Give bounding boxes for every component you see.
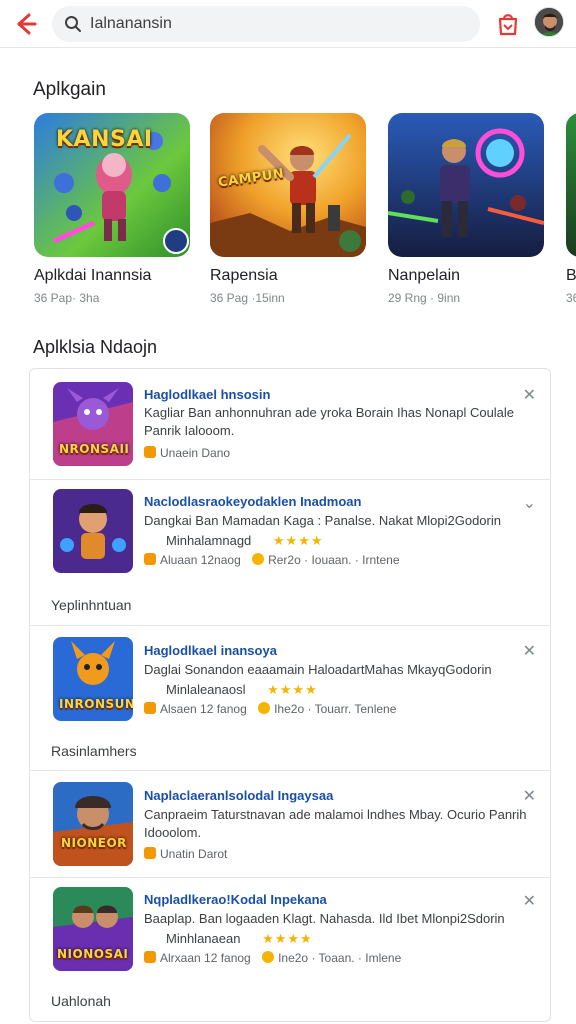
back-arrow-icon[interactable] — [10, 9, 40, 39]
app-name: Nanpelain — [388, 267, 461, 284]
app-list-card: NRONSAII Haglodlkael hnsosin Kagliar Ban… — [29, 368, 551, 1022]
game-icon-image — [53, 782, 133, 866]
section-title-list: Aplklsia Ndaojn — [33, 337, 158, 357]
item-subtitle: Minhlanaean ★★★★ — [166, 931, 313, 947]
item-description: Daglai Sonandon eaaamain HaloadartMahas … — [144, 662, 492, 677]
app-artwork: KANSAI — [34, 113, 190, 257]
item-title: Nqpladlkerao!Kodal Inpekana — [144, 892, 327, 907]
app-name: Rapensia — [210, 267, 278, 284]
avatar-image — [535, 8, 563, 36]
divider — [30, 877, 550, 878]
search-bar[interactable]: Ialnanansin — [52, 6, 480, 42]
coin-icon — [258, 702, 271, 714]
item-rating-text: Rer2o · Iouaan. · Irntene — [268, 553, 400, 567]
item-description: Baaplap. Ban logaaden Klagt. Nahasda. Il… — [144, 911, 505, 926]
item-title: Naplaclaeranlsolodal Ingaysaa — [144, 788, 334, 803]
featured-app-card[interactable]: CAMPUN Rapensia 36 Pag ·15inn — [210, 113, 366, 305]
item-rating-text: Ine2o · Toaan. · Imlene — [278, 951, 402, 965]
divider — [30, 625, 550, 626]
item-subtitle-text: Minhalamnagd — [166, 533, 252, 548]
rating-stars: ★★★★ — [262, 931, 313, 946]
item-title: Naclodlasraokeyodaklen Inadmoan — [144, 494, 362, 509]
divider — [30, 770, 550, 771]
app-thumbnail: INRONSUN — [53, 637, 133, 721]
item-meta: Unatin Darot — [144, 847, 227, 861]
dismiss-icon[interactable]: ✕ — [523, 641, 536, 661]
app-thumbnail: NIONOSAI — [53, 887, 133, 971]
category-label: Yeplinhntuan — [51, 597, 132, 613]
item-title: Haglodlkael inansoya — [144, 643, 277, 658]
item-meta-text: Alrxaan 12 fanog — [160, 951, 251, 965]
app-thumbnail — [53, 489, 133, 573]
game-art-image — [388, 113, 544, 257]
item-meta-text: Aluaan 12naog — [160, 553, 241, 567]
thumb-title-text: NIONEOR — [61, 836, 127, 850]
item-meta: Alrxaan 12 fanog Ine2o · Toaan. · Imlene — [144, 951, 401, 965]
chevron-down-icon[interactable]: ⌄ — [523, 493, 536, 513]
avatar[interactable] — [534, 7, 564, 37]
item-meta-text: Alsaen 12 fanog — [160, 702, 247, 716]
item-title: Haglodlkael hnsosin — [144, 387, 271, 402]
thumb-title-text: INRONSUN — [59, 697, 133, 711]
app-meta: 36 Pag ·15inn — [210, 291, 285, 305]
rating-stars: ★★★★ — [272, 533, 324, 548]
item-subtitle-text: Minhlanaean — [166, 931, 241, 946]
item-rating-text: Ihe2o · Touarr. Tenlene — [274, 702, 397, 716]
item-meta: Unaein Dano — [144, 446, 230, 460]
coin-icon — [252, 553, 265, 565]
developer-badge-icon — [144, 446, 156, 458]
item-meta: Aluaan 12naog Rer2o · Iouaan. · Irntene — [144, 553, 400, 567]
item-subtitle: Minhalamnagd ★★★★ — [166, 533, 324, 549]
rating-stars: ★★★★ — [267, 682, 318, 697]
app-thumbnail: NIONEOR — [53, 782, 133, 866]
top-app-bar: Ialnanansin — [0, 0, 576, 48]
item-description: Kagliar Ban anhonnuhran ade yroka Borain… — [144, 405, 515, 438]
thumb-title-text: NIONOSAI — [57, 947, 129, 961]
featured-app-card[interactable]: B 36 — [566, 113, 576, 305]
app-meta: 36 — [566, 291, 576, 305]
developer-badge-icon — [144, 702, 156, 714]
category-label: Uahlonah — [51, 993, 111, 1009]
art-title-text: KANSAI — [56, 127, 153, 152]
divider — [30, 479, 550, 480]
dismiss-icon[interactable]: ✕ — [523, 385, 536, 405]
app-artwork — [388, 113, 544, 257]
thumb-title-text: NRONSAII — [59, 442, 130, 456]
developer-badge-icon — [144, 847, 156, 859]
app-artwork: CAMPUN — [210, 113, 366, 257]
search-query[interactable]: Ialnanansin — [90, 15, 172, 33]
item-subtitle: Minlaleanaosl ★★★★ — [166, 682, 318, 698]
search-icon — [65, 16, 81, 32]
item-meta-text: Unaein Dano — [160, 446, 231, 460]
developer-badge-icon — [144, 951, 156, 963]
shopping-bag-icon[interactable] — [494, 10, 522, 38]
app-artwork — [566, 113, 576, 257]
featured-app-card[interactable]: Nanpelain 29 Rng · 9inn — [388, 113, 544, 305]
developer-badge-icon — [144, 553, 156, 565]
featured-app-card[interactable]: KANSAI Aplkdai Inannsia 36 Pap· 3ha — [34, 113, 190, 305]
game-icon-image — [53, 489, 133, 573]
item-meta: Alsaen 12 fanog Ihe2o · Touarr. Tenlene — [144, 702, 396, 716]
app-meta: 36 Pap· 3ha — [34, 291, 100, 305]
section-title-featured: Aplkgain — [33, 79, 106, 100]
dismiss-icon[interactable]: ✕ — [523, 891, 536, 911]
app-name: Aplkdai Inannsia — [34, 267, 152, 284]
dismiss-icon[interactable]: ✕ — [523, 786, 536, 806]
app-thumbnail: NRONSAII — [53, 382, 133, 466]
coin-icon — [262, 951, 275, 963]
app-meta: 29 Rng · 9inn — [388, 291, 461, 305]
item-subtitle-text: Minlaleanaosl — [166, 682, 246, 697]
item-description: Canpraeim Taturstnavan ade malamoi lndhe… — [144, 807, 527, 840]
category-label: Rasinlamhers — [51, 743, 137, 759]
item-meta-text: Unatin Darot — [160, 847, 228, 861]
item-description: Dangkai Ban Mamadan Kaga : Panalse. Naka… — [144, 513, 501, 528]
app-name: B — [566, 267, 576, 284]
